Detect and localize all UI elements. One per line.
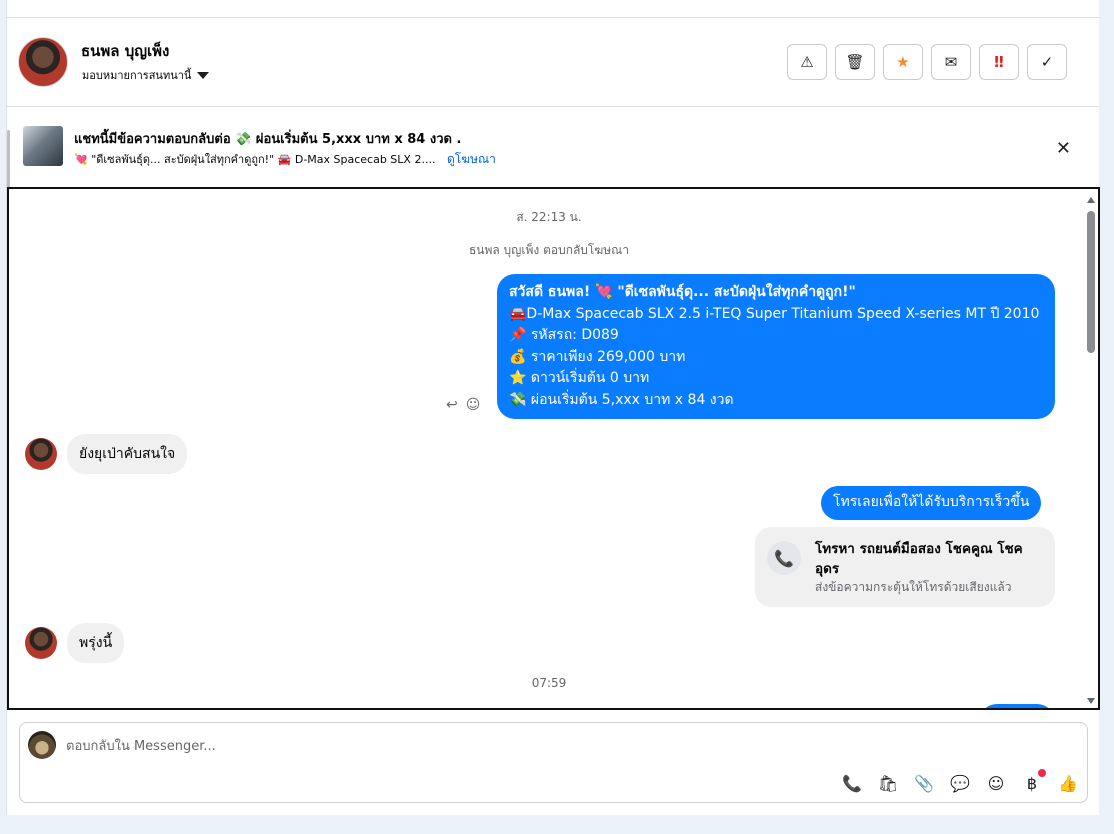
message-line: 💰 ราคาเพียง 269,000 บาท xyxy=(509,348,686,365)
bottom-background xyxy=(0,815,1114,834)
notification-dot xyxy=(1038,769,1046,777)
trash-icon: 🗑 xyxy=(845,53,865,71)
mark-important-button[interactable]: ‼ xyxy=(979,44,1019,80)
shopping-bag-icon[interactable]: 🛍 xyxy=(877,772,899,794)
incoming-message[interactable]: พรุ่งนี้ xyxy=(67,623,125,663)
thumbs-up-icon[interactable]: 👍 xyxy=(1057,772,1079,794)
mark-done-button[interactable]: ✓ xyxy=(1027,44,1067,80)
message-line: 💸 ผ่อนเริ่มต้น 5,xxx บาท x 84 งวด xyxy=(509,391,734,408)
view-ad-link[interactable]: ดูโฆษณา xyxy=(447,152,496,166)
react-icon[interactable]: ☺ xyxy=(466,397,481,413)
message-thread[interactable]: ส. 22:13 น. ธนพล บุญเพ็ง ตอบกลับโฆษณา สว… xyxy=(7,187,1100,710)
attachment-icon[interactable]: 📎 xyxy=(913,772,935,794)
mark-unread-icon: ✉ xyxy=(944,53,958,71)
message-line: สวัสดี ธนพล! 💘 "ดีเซลพันธุ์ดุ... สะบัดฝุ… xyxy=(509,284,856,300)
outgoing-message[interactable]: โทรเลยเพื่อให้ได้รับบริการเร็วขึ้น xyxy=(821,486,1042,520)
contact-avatar-small[interactable] xyxy=(25,627,57,659)
thread-scrollbar[interactable] xyxy=(1086,195,1096,706)
saved-reply-icon[interactable]: 💬 xyxy=(949,772,971,794)
ad-reply-banner: แชทนี้มีข้อความตอบกลับต่อ 💸 ผ่อนเริ่มต้น… xyxy=(7,107,1099,186)
important-icon: ‼ xyxy=(994,53,1004,71)
contact-name[interactable]: ธนพล บุญเพ็ง xyxy=(81,39,169,63)
timestamp: ส. 22:13 น. xyxy=(516,210,582,224)
ad-title: แชทนี้มีข้อความตอบกลับต่อ 💸 ผ่อนเริ่มต้น… xyxy=(74,132,462,147)
contact-avatar[interactable] xyxy=(18,37,68,87)
composer-tools: 📞 🛍 📎 💬 ☺ ฿ 👍 xyxy=(841,769,1079,794)
call-card-title: โทรหา รถยนต์มือสอง โชคคูณ โชค อุดร xyxy=(815,541,1023,577)
outgoing-message-partial[interactable] xyxy=(979,704,1055,708)
ad-subtitle: 💘 "ดีเซลพันธุ์ดุ... สะบัดฝุ่นใส่ทุกคำดูถ… xyxy=(74,150,496,169)
scrollbar-thumb[interactable] xyxy=(1087,211,1095,353)
assign-label: มอบหมายการสนทนานี้ xyxy=(82,69,192,82)
scroll-up-arrow-icon[interactable] xyxy=(1087,197,1095,203)
reply-icon[interactable]: ↩ xyxy=(446,397,458,413)
call-card-subtitle: ส่งข้อความกระตุ้นให้โทรด้วยเสียงแล้ว xyxy=(815,580,1012,594)
close-icon[interactable]: ✕ xyxy=(1056,138,1071,159)
contact-avatar-small[interactable] xyxy=(25,438,57,470)
page-avatar xyxy=(28,731,56,759)
ad-reply-note: ธนพล บุญเพ็ง ตอบกลับโฆษณา xyxy=(468,243,630,257)
caret-down-icon xyxy=(197,71,210,79)
call-request-card[interactable]: 📞 โทรหา รถยนต์มือสอง โชคคูณ โชค อุดร ส่ง… xyxy=(755,527,1055,607)
baht-payment-icon: ฿ xyxy=(1026,773,1038,793)
timestamp: 07:59 xyxy=(531,676,567,690)
header-actions: ⚠ 🗑 ★ ✉ ‼ ✓ xyxy=(787,44,1067,80)
right-background xyxy=(1100,0,1114,834)
star-icon: ★ xyxy=(896,53,910,71)
assign-conversation-dropdown[interactable]: มอบหมายการสนทนานี้ xyxy=(82,66,210,84)
outgoing-ad-message[interactable]: สวัสดี ธนพล! 💘 "ดีเซลพันธุ์ดุ... สะบัดฝุ… xyxy=(497,274,1055,419)
message-line: ⭐ ดาวน์เริ่มต้น 0 บาท xyxy=(509,370,650,386)
warning-icon: ⚠ xyxy=(800,53,814,71)
message-actions: ↩ ☺ xyxy=(446,397,480,413)
reply-input[interactable] xyxy=(66,731,666,761)
phone-icon: 📞 xyxy=(767,541,801,575)
mark-unread-button[interactable]: ✉ xyxy=(931,44,971,80)
ad-subtitle-text: 💘 "ดีเซลพันธุ์ดุ... สะบัดฝุ่นใส่ทุกคำดูถ… xyxy=(74,153,436,166)
message-composer: 📞 🛍 📎 💬 ☺ ฿ 👍 xyxy=(19,722,1088,803)
delete-button[interactable]: 🗑 xyxy=(835,44,875,80)
check-icon: ✓ xyxy=(1040,53,1054,71)
incoming-message[interactable]: ยังยุเป่าคับสนใจ xyxy=(67,434,188,474)
conversation-panel: ธนพล บุญเพ็ง มอบหมายการสนทนานี้ ⚠ 🗑 ★ ✉ … xyxy=(6,0,1100,815)
message-line: 🚘D-Max Spacecab SLX 2.5 i-TEQ Super Tita… xyxy=(509,305,1040,322)
emoji-icon[interactable]: ☺ xyxy=(985,772,1007,794)
scroll-down-arrow-icon[interactable] xyxy=(1087,698,1095,704)
baht-payment-button[interactable]: ฿ xyxy=(1021,769,1046,794)
message-line: 📌 รหัสรถ: D089 xyxy=(509,327,619,343)
report-spam-button[interactable]: ⚠ xyxy=(787,44,827,80)
star-button[interactable]: ★ xyxy=(883,44,923,80)
ad-thumbnail[interactable] xyxy=(23,126,63,166)
add-call-icon[interactable]: 📞 xyxy=(841,772,863,794)
conversation-header: ธนพล บุญเพ็ง มอบหมายการสนทนานี้ ⚠ 🗑 ★ ✉ … xyxy=(7,18,1099,107)
